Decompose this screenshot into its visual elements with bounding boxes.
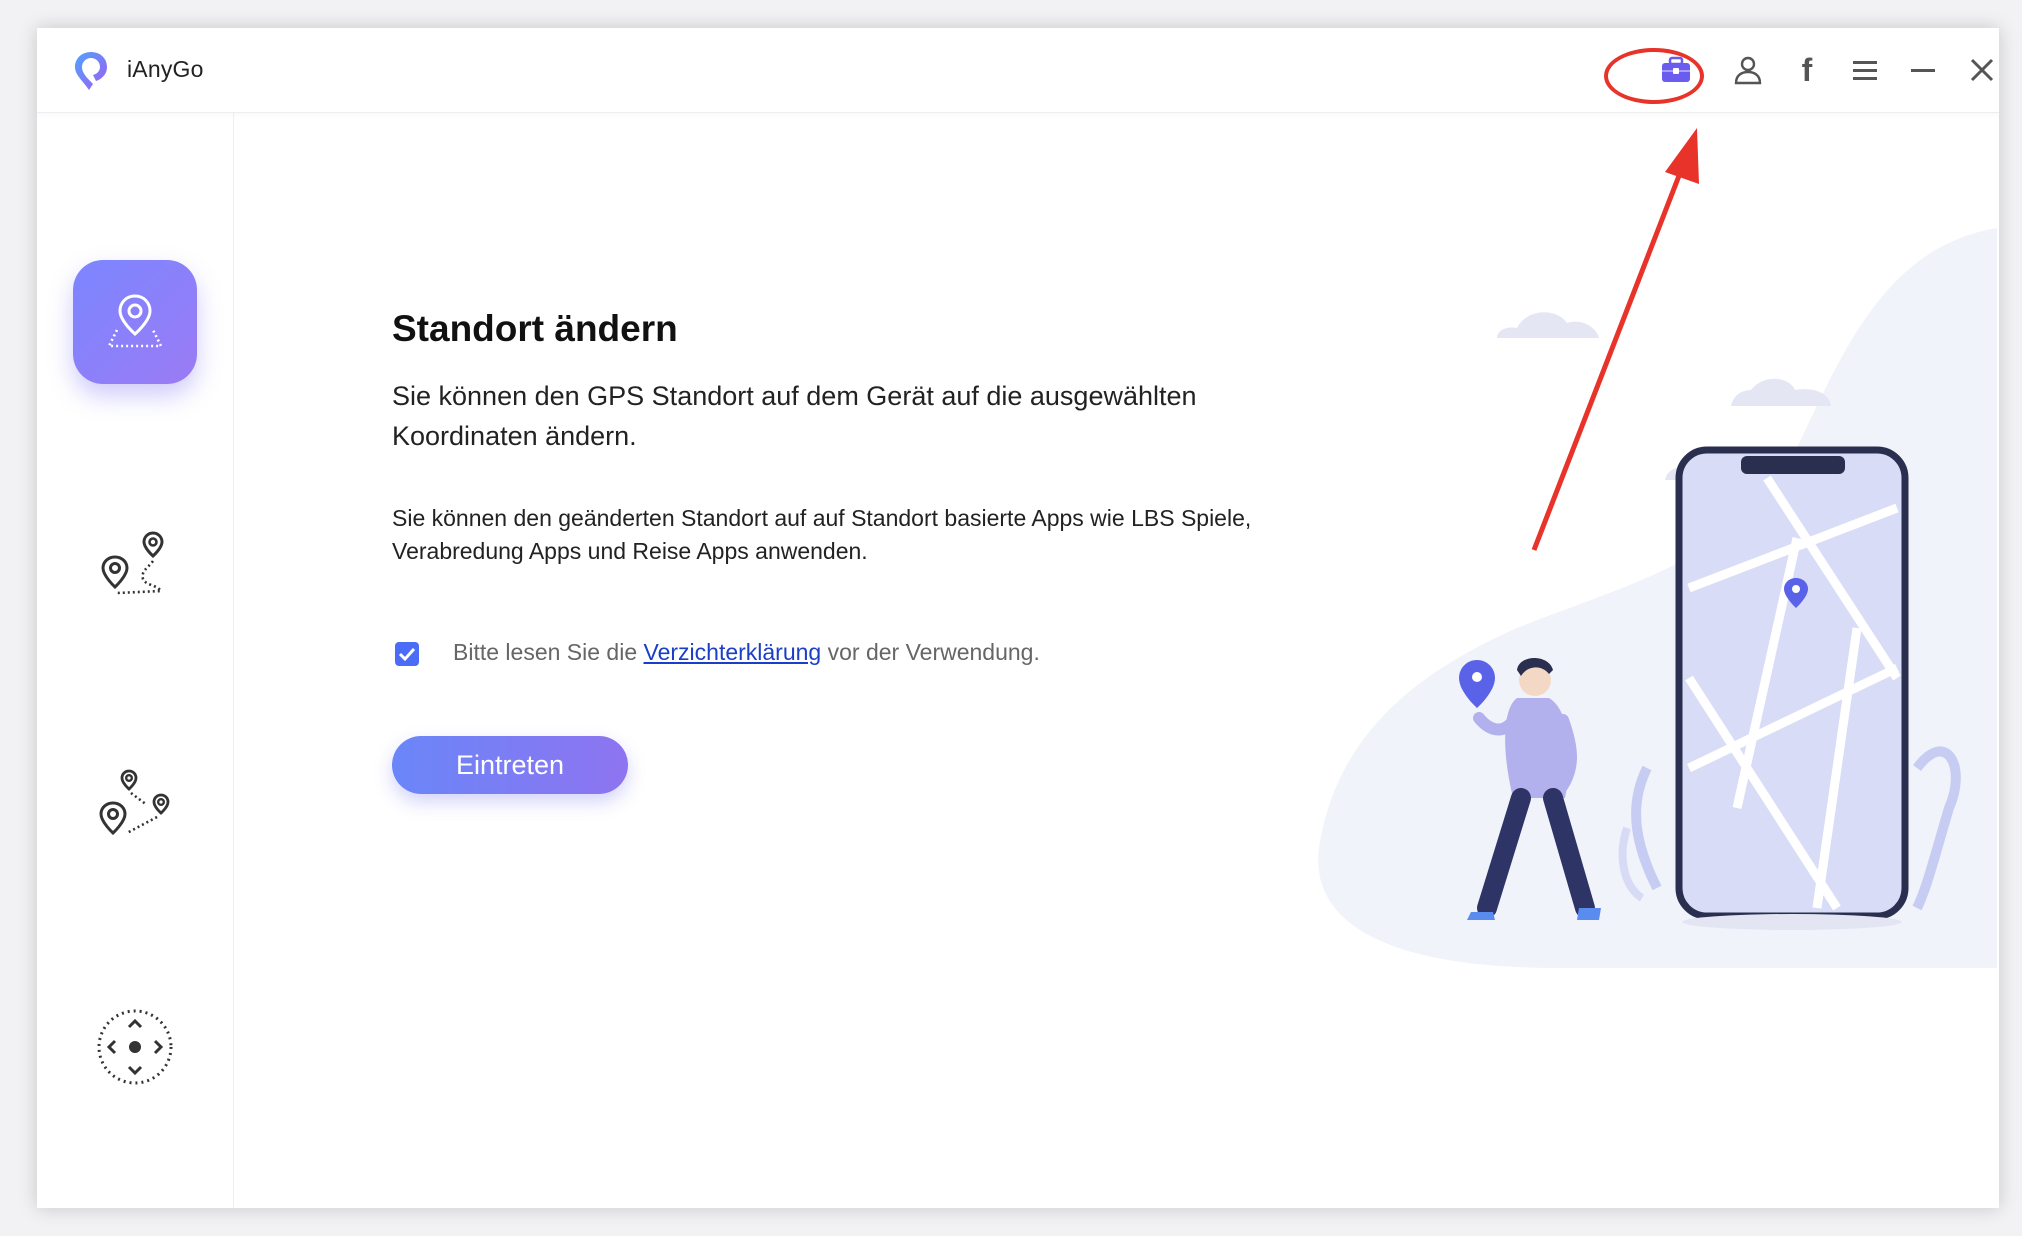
sub-description: Sie können den geänderten Standort auf a… — [392, 505, 1252, 564]
sidebar-item-two-spot[interactable] — [73, 503, 197, 627]
sidebar-item-multi-spot[interactable] — [73, 743, 197, 867]
phone-map-illustration — [1318, 228, 1997, 968]
sidebar-item-change-location[interactable] — [73, 260, 197, 384]
app-logo-icon — [69, 48, 113, 94]
description: Sie können den GPS Standort auf dem Gerä… — [392, 381, 1197, 451]
joystick-icon — [97, 1009, 173, 1085]
minimize-icon[interactable] — [1903, 50, 1943, 90]
enter-button[interactable]: Eintreten — [392, 736, 628, 794]
check-icon — [398, 647, 416, 662]
multi-spot-route-icon — [99, 769, 170, 836]
menu-icon[interactable] — [1845, 50, 1885, 90]
user-icon[interactable] — [1728, 50, 1768, 90]
two-spot-route-icon — [101, 531, 164, 595]
location-pin-icon — [106, 294, 164, 348]
sidebar — [37, 113, 234, 1208]
close-icon[interactable] — [1962, 50, 1999, 90]
title-bar: iAnyGo f — [37, 28, 1999, 113]
consent-checkbox[interactable] — [395, 642, 419, 666]
consent-prefix: Bitte lesen Sie die — [453, 639, 644, 665]
disclaimer-link[interactable]: Verzichterklärung — [644, 639, 822, 665]
consent-text: Bitte lesen Sie die Verzichterklärung vo… — [453, 639, 1040, 666]
page-title: Standort ändern — [392, 308, 678, 349]
facebook-icon[interactable]: f — [1787, 50, 1827, 90]
app-title: iAnyGo — [127, 56, 204, 82]
annotation-circle — [1604, 48, 1704, 104]
consent-suffix: vor der Verwendung. — [821, 639, 1040, 665]
sidebar-item-joystick[interactable] — [73, 985, 197, 1109]
app-window: iAnyGo f Standort ändern Sie können den … — [37, 28, 1999, 1208]
